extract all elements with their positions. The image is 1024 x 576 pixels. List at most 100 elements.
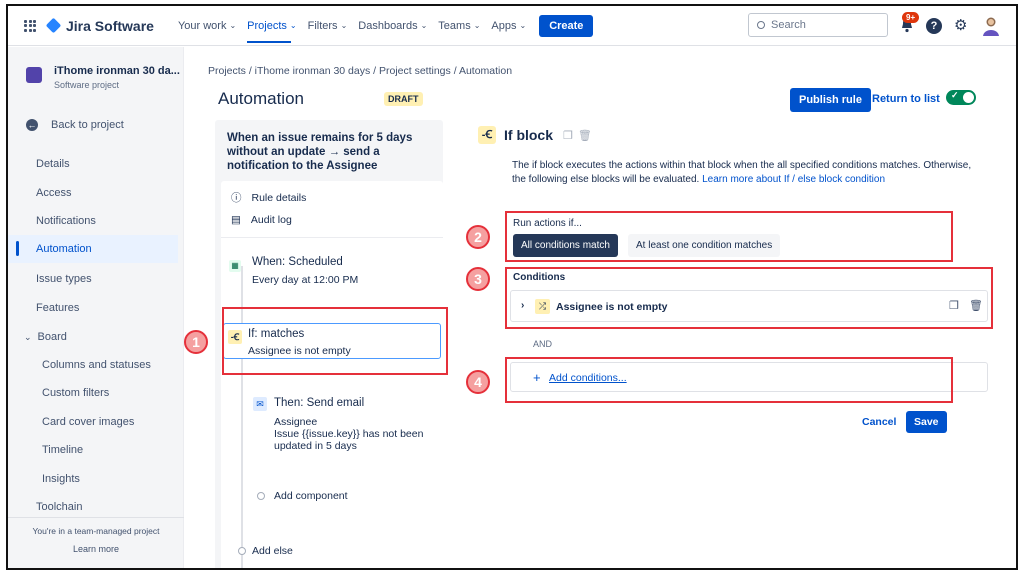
sidebar-item-notifications[interactable]: Notifications [36, 215, 96, 227]
back-label: Back to project [51, 119, 124, 131]
search-icon [757, 21, 765, 29]
nav-label: Your work [177, 19, 227, 32]
trash-icon[interactable]: 🗑 [578, 129, 592, 142]
rule-name[interactable]: When an issue remains for 5 days without… [227, 131, 437, 173]
nav-dashboards[interactable]: Dashboards ⌄ [358, 6, 427, 46]
chevron-down-icon: ⌄ [24, 332, 32, 342]
flow-connector [241, 266, 243, 568]
back-to-project-link[interactable]: ← Back to project [26, 119, 124, 131]
nav-label: Teams [438, 19, 471, 32]
copy-icon[interactable]: ❐ [563, 129, 573, 142]
breadcrumb[interactable]: Projects / iThome ironman 30 days / Proj… [208, 65, 512, 77]
sidebar-item-timeline[interactable]: Timeline [42, 444, 83, 456]
active-item-highlight [8, 235, 178, 263]
copy-icon[interactable]: ❐ [949, 299, 959, 312]
rule-details-label: Rule details [251, 192, 307, 204]
settings-gear-icon[interactable]: ⚙ [954, 16, 967, 34]
rule-enabled-toggle[interactable]: ✓ [946, 90, 976, 105]
add-conditions-link[interactable]: Add conditions... [549, 372, 627, 384]
create-button[interactable]: Create [539, 14, 594, 37]
all-conditions-match-option[interactable]: All conditions match [513, 234, 618, 257]
jira-logo[interactable]: Jira Software [45, 17, 154, 34]
sidebar-footer: You're in a team-managed project Learn m… [8, 517, 184, 554]
add-else-dot [238, 547, 246, 555]
if-condition-card[interactable]: -Ꞓ If: matches Assignee is not empty [223, 323, 441, 359]
main-nav: Your work ⌄ Projects ⌄ Filters ⌄ Dashboards… [178, 6, 594, 46]
if-subtitle: Assignee is not empty [248, 345, 351, 357]
user-avatar[interactable] [982, 16, 1000, 36]
return-to-list-link[interactable]: Return to list [872, 93, 940, 105]
editor-title: If block [504, 127, 554, 143]
sidebar-item-features[interactable]: Features [36, 302, 79, 314]
if-block-icon: -Ꞓ [478, 126, 496, 144]
learn-more-ifelse-link[interactable]: Learn more about If / else block conditi… [702, 174, 885, 185]
if-block-icon: -Ꞓ [228, 330, 242, 344]
nav-label: Dashboards [358, 19, 418, 32]
nav-teams[interactable]: Teams ⌄ [438, 6, 480, 46]
sidebar-item-toolchain[interactable]: Toolchain [36, 501, 82, 513]
email-icon: ✉ [253, 397, 267, 411]
project-sidebar: iThome ironman 30 da... Software project… [8, 47, 184, 568]
nav-filters[interactable]: Filters ⌄ [308, 6, 348, 46]
chevron-right-icon[interactable]: › [521, 300, 524, 311]
sidebar-item-custom-filters[interactable]: Custom filters [42, 387, 109, 399]
app-switcher-icon[interactable] [24, 19, 36, 32]
sidebar-item-access[interactable]: Access [36, 187, 71, 199]
sidebar-item-insights[interactable]: Insights [42, 473, 80, 485]
add-else-button[interactable]: Add else [252, 545, 293, 557]
sidebar-item-board[interactable]: ⌄ Board [24, 331, 67, 343]
search-placeholder: Search [771, 19, 806, 31]
action-message: Issue {{issue.key}} has not been updated… [274, 428, 424, 452]
chevron-down-icon: ⌄ [289, 21, 297, 30]
and-label: AND [533, 339, 553, 349]
trigger-title[interactable]: When: Scheduled [252, 256, 343, 268]
learn-more-link[interactable]: Learn more [8, 544, 184, 554]
if-block-header: -Ꞓ If block ❐ 🗑 [478, 126, 597, 144]
divider [221, 237, 443, 238]
page-title: Automation [218, 89, 304, 108]
audit-log-label: Audit log [250, 214, 292, 226]
add-component-button[interactable]: Add component [274, 490, 348, 502]
board-label: Board [37, 331, 67, 343]
nav-label: Projects [247, 19, 287, 32]
notification-badge: 9+ [902, 12, 920, 23]
sidebar-item-automation[interactable]: Automation [36, 243, 92, 255]
document-icon: ▤ [231, 214, 241, 226]
app-name: Jira Software [66, 17, 154, 34]
sidebar-item-card-cover[interactable]: Card cover images [42, 416, 134, 428]
project-type: Software project [54, 80, 120, 90]
rule-flow-panel: When an issue remains for 5 days without… [215, 120, 443, 568]
save-button[interactable]: Save [906, 411, 947, 433]
sidebar-item-details[interactable]: Details [36, 158, 70, 170]
cancel-button[interactable]: Cancel [862, 416, 896, 428]
nav-your-work[interactable]: Your work ⌄ [178, 6, 236, 46]
project-avatar-icon [26, 67, 42, 83]
action-title[interactable]: Then: Send email [274, 397, 364, 409]
nav-label: Apps [491, 19, 517, 32]
one-condition-matches-option[interactable]: At least one condition matches [628, 234, 781, 257]
publish-rule-button[interactable]: Publish rule [790, 88, 871, 112]
sidebar-item-issue-types[interactable]: Issue types [36, 273, 92, 285]
team-managed-note: You're in a team-managed project [32, 526, 160, 536]
chevron-down-icon: ⌄ [229, 21, 237, 30]
condition-shuffle-icon: ⤮ [535, 299, 550, 314]
chevron-down-icon: ⌄ [340, 21, 348, 30]
nav-projects[interactable]: Projects ⌄ [247, 6, 297, 46]
search-input[interactable]: Search [748, 13, 888, 37]
add-conditions-row[interactable]: + Add conditions... [510, 362, 988, 392]
active-indicator [16, 241, 19, 256]
add-component-dot [257, 492, 265, 500]
condition-text: Assignee is not empty [556, 301, 668, 313]
nav-label: Filters [307, 19, 338, 32]
trash-icon[interactable]: 🗑 [969, 299, 983, 312]
project-header[interactable]: iThome ironman 30 da... Software project [26, 65, 180, 90]
chevron-down-icon: ⌄ [473, 21, 481, 30]
help-icon[interactable]: ? [926, 18, 942, 34]
rule-details-item[interactable]: ⓘ Rule details [231, 190, 306, 205]
condition-row[interactable]: › ⤮ Assignee is not empty ❐ 🗑 [510, 290, 988, 322]
toggle-knob [963, 92, 974, 103]
sidebar-item-columns[interactable]: Columns and statuses [42, 359, 151, 371]
nav-apps[interactable]: Apps ⌄ [491, 6, 526, 46]
top-navigation: Jira Software Your work ⌄ Projects ⌄ Filte… [8, 6, 1016, 46]
audit-log-item[interactable]: ▤ Audit log [231, 214, 292, 226]
